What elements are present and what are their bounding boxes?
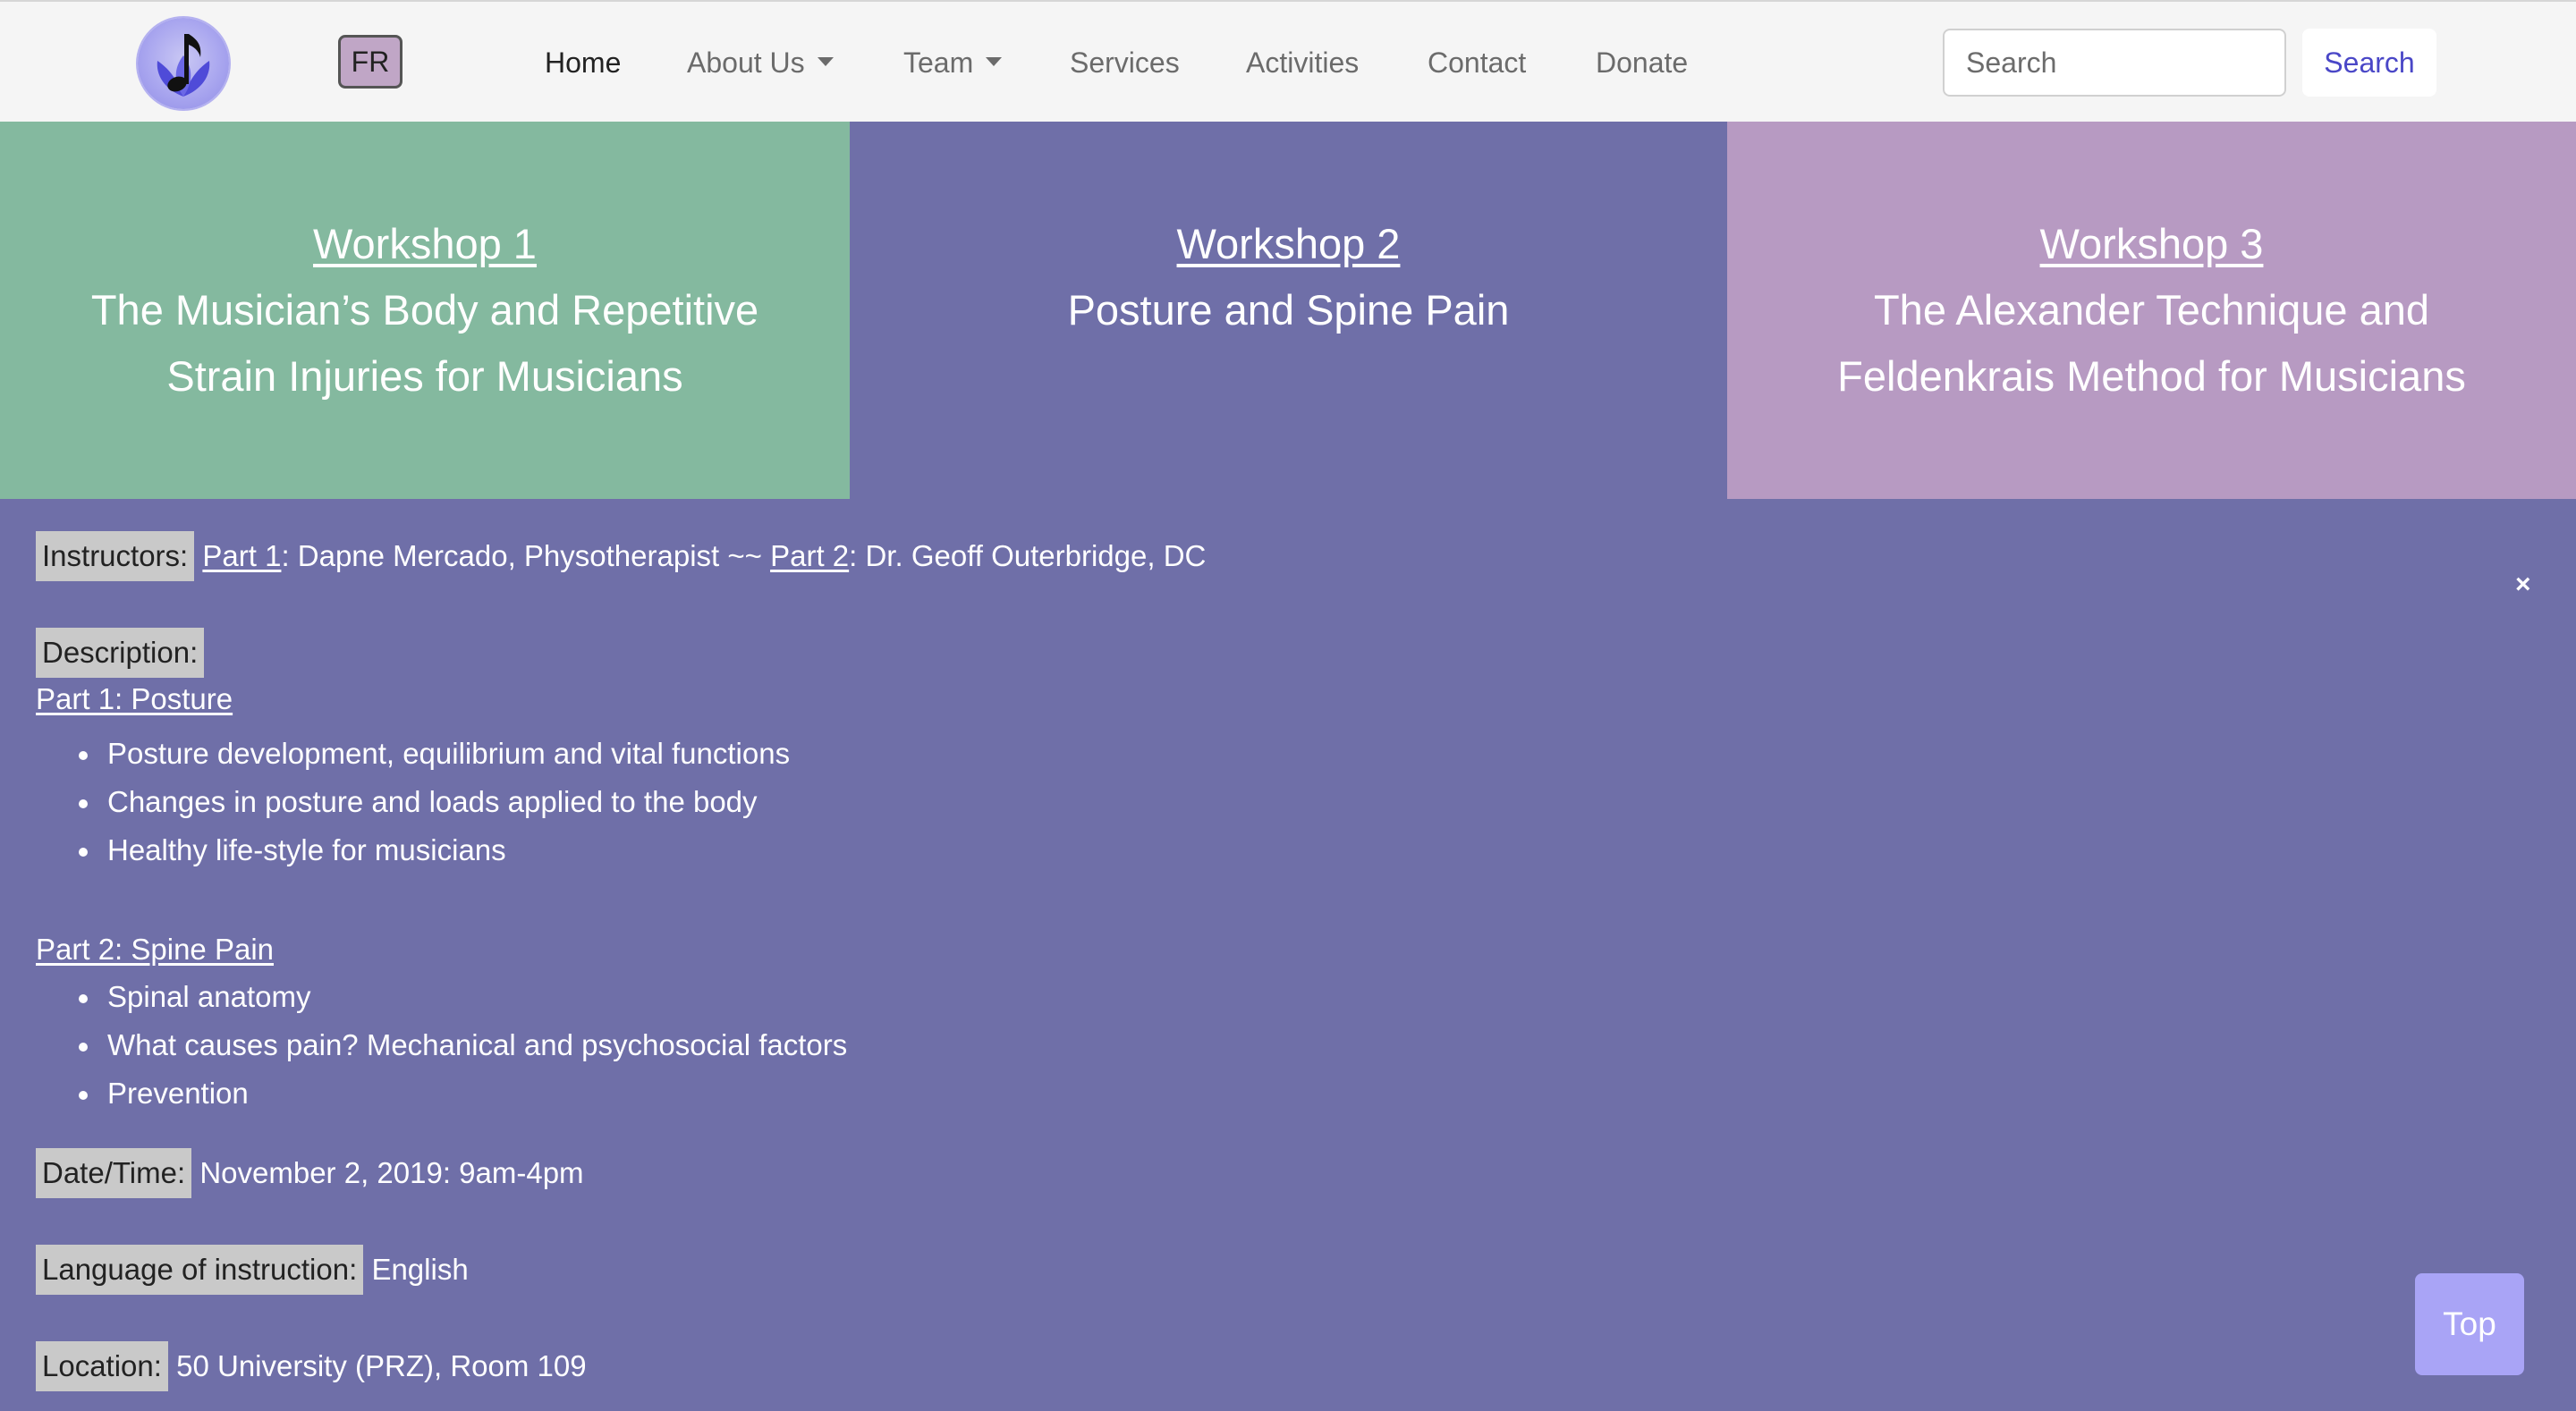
close-icon[interactable]: × [2515, 569, 2531, 601]
list-item: Spinal anatomy [72, 973, 847, 1021]
workshop-2-title-line1: Posture and Spine Pain [1067, 286, 1510, 334]
description-label: Description: [36, 628, 205, 678]
nav-about-us-label: About Us [687, 46, 805, 79]
nav-about-us[interactable]: About Us [687, 39, 834, 86]
datetime-label: Date/Time: [36, 1148, 192, 1198]
chevron-down-icon [817, 56, 834, 66]
instructor-part1-link[interactable]: Part 1 [202, 539, 281, 572]
nav-services[interactable]: Services [1070, 39, 1180, 86]
language-toggle-button[interactable]: FR [338, 35, 402, 89]
instructor-part2-link[interactable]: Part 2 [770, 539, 849, 572]
nav-activities[interactable]: Activities [1246, 39, 1359, 86]
part2-spine-pain-link[interactable]: Part 2: Spine Pain [36, 932, 274, 967]
workshop-1-title-line2: Strain Injuries for Musicians [166, 352, 683, 400]
instructor-part1-text: : Dapne Mercado, Physotherapist ~~ [281, 539, 771, 572]
language-value: English [371, 1253, 469, 1286]
navbar: FR Home About Us Team Services Activitie… [0, 0, 2576, 122]
description-row: Description: [36, 628, 205, 678]
instructors-row: Instructors: Part 1: Dapne Mercado, Phys… [36, 531, 1206, 581]
workshop-1-title-line1: The Musician’s Body and Repetitive [90, 286, 759, 334]
part2-list: Spinal anatomy What causes pain? Mechani… [72, 973, 847, 1118]
workshop-1-panel[interactable]: Workshop 1 The Musician’s Body and Repet… [0, 122, 850, 499]
list-item: What causes pain? Mechanical and psychos… [72, 1021, 847, 1069]
back-to-top-button[interactable]: Top [2415, 1273, 2524, 1375]
nav-team-label: Team [903, 46, 974, 79]
datetime-value: November 2, 2019: 9am-4pm [199, 1156, 584, 1189]
workshop-3-heading[interactable]: Workshop 3 [2040, 211, 2264, 277]
nav-donate[interactable]: Donate [1596, 39, 1688, 86]
search-button[interactable]: Search [2302, 29, 2436, 97]
workshop-2-panel[interactable]: Workshop 2 Posture and Spine Pain [850, 122, 1727, 499]
list-item: Changes in posture and loads applied to … [72, 778, 790, 826]
part1-posture-link[interactable]: Part 1: Posture [36, 681, 233, 717]
location-value: 50 University (PRZ), Room 109 [176, 1349, 587, 1382]
instructors-label: Instructors: [36, 531, 195, 581]
chevron-down-icon [986, 56, 1003, 66]
workshop-3-title-line1: The Alexander Technique and [1873, 286, 2430, 334]
language-row: Language of instruction: English [36, 1245, 469, 1295]
language-label: Language of instruction: [36, 1245, 364, 1295]
nav-contact[interactable]: Contact [1428, 39, 1526, 86]
nav-team[interactable]: Team [903, 39, 1003, 86]
workshop-3-title-line2: Feldenkrais Method for Musicians [1837, 352, 2466, 400]
location-label: Location: [36, 1341, 168, 1391]
datetime-row: Date/Time: November 2, 2019: 9am-4pm [36, 1148, 584, 1198]
list-item: Healthy life-style for musicians [72, 826, 790, 874]
part1-list: Posture development, equilibrium and vit… [72, 730, 790, 874]
instructor-part2-text: : Dr. Geoff Outerbridge, DC [849, 539, 1207, 572]
list-item: Posture development, equilibrium and vit… [72, 730, 790, 778]
workshop-1-heading[interactable]: Workshop 1 [313, 211, 537, 277]
nav-home[interactable]: Home [545, 39, 621, 86]
location-row: Location: 50 University (PRZ), Room 109 [36, 1341, 587, 1391]
workshop-2-heading[interactable]: Workshop 2 [1177, 211, 1401, 277]
search-input[interactable] [1943, 29, 2286, 97]
workshop-3-panel[interactable]: Workshop 3 The Alexander Technique and F… [1727, 122, 2576, 499]
logo-music-note-icon[interactable] [138, 18, 229, 109]
list-item: Prevention [72, 1069, 847, 1118]
